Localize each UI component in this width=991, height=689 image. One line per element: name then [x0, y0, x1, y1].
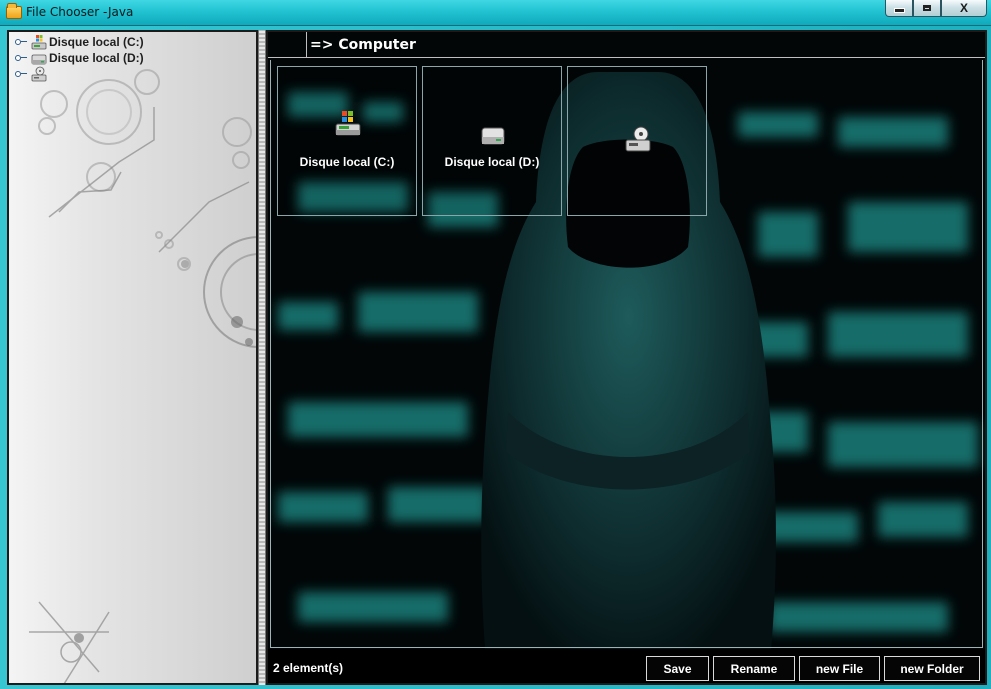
tree-expand-handle[interactable] — [15, 38, 27, 46]
cd-drive-icon — [625, 126, 651, 152]
element-count: 2 element(s) — [273, 661, 344, 675]
minimize-icon — [893, 8, 905, 13]
tree-expand-handle[interactable] — [15, 54, 27, 62]
path-bar-divider — [306, 32, 307, 58]
drive-tree: Disque local (C:) Disque local (D:) — [15, 34, 144, 82]
save-button[interactable]: Save — [646, 656, 709, 681]
folder-tree-pane[interactable]: Disque local (C:) Disque local (D:) — [7, 30, 258, 685]
cd-drive-icon — [31, 66, 47, 82]
file-tile-cd-drive[interactable] — [567, 66, 707, 216]
window-title: File Chooser -Java — [26, 5, 134, 19]
status-bar: 2 element(s) Save Rename new File new Fo… — [268, 649, 985, 683]
new-folder-button[interactable]: new Folder — [884, 656, 980, 681]
new-file-button[interactable]: new File — [799, 656, 880, 681]
window-controls: X — [885, 0, 987, 18]
decorative-background-art — [29, 69, 256, 683]
windows-drive-icon — [31, 35, 47, 50]
maximize-button[interactable] — [913, 0, 941, 17]
file-tile-label: Disque local (D:) — [444, 155, 540, 169]
rename-button[interactable]: Rename — [713, 656, 795, 681]
file-grid[interactable]: Disque local (C:) Disque local (D:) — [270, 60, 983, 648]
tree-item-label: Disque local (C:) — [49, 35, 144, 49]
close-button[interactable]: X — [941, 0, 987, 17]
path-bar: => Computer — [268, 32, 985, 58]
maximize-icon — [923, 5, 931, 11]
minimize-button[interactable] — [885, 0, 913, 17]
file-browser-pane: => Computer Disque local (C:) Disque loc… — [266, 30, 987, 685]
folder-icon — [6, 3, 22, 19]
tree-expand-handle[interactable] — [15, 70, 27, 78]
pane-splitter[interactable] — [258, 30, 266, 685]
close-icon: X — [959, 1, 968, 15]
tree-item-label: Disque local (D:) — [49, 51, 144, 65]
title-bar[interactable]: File Chooser -Java X — [0, 0, 991, 26]
tree-item-disque-d[interactable]: Disque local (D:) — [15, 50, 144, 66]
windows-drive-icon — [335, 111, 361, 136]
file-tile-disque-d[interactable]: Disque local (D:) — [422, 66, 562, 216]
tree-item-disque-c[interactable]: Disque local (C:) — [15, 34, 144, 50]
tree-item-cd-drive[interactable] — [15, 66, 144, 82]
file-tile-label: Disque local (C:) — [299, 155, 395, 169]
current-path: => Computer — [310, 37, 416, 53]
drive-icon — [481, 127, 505, 145]
drive-icon — [31, 54, 47, 65]
file-tile-disque-c[interactable]: Disque local (C:) — [277, 66, 417, 216]
